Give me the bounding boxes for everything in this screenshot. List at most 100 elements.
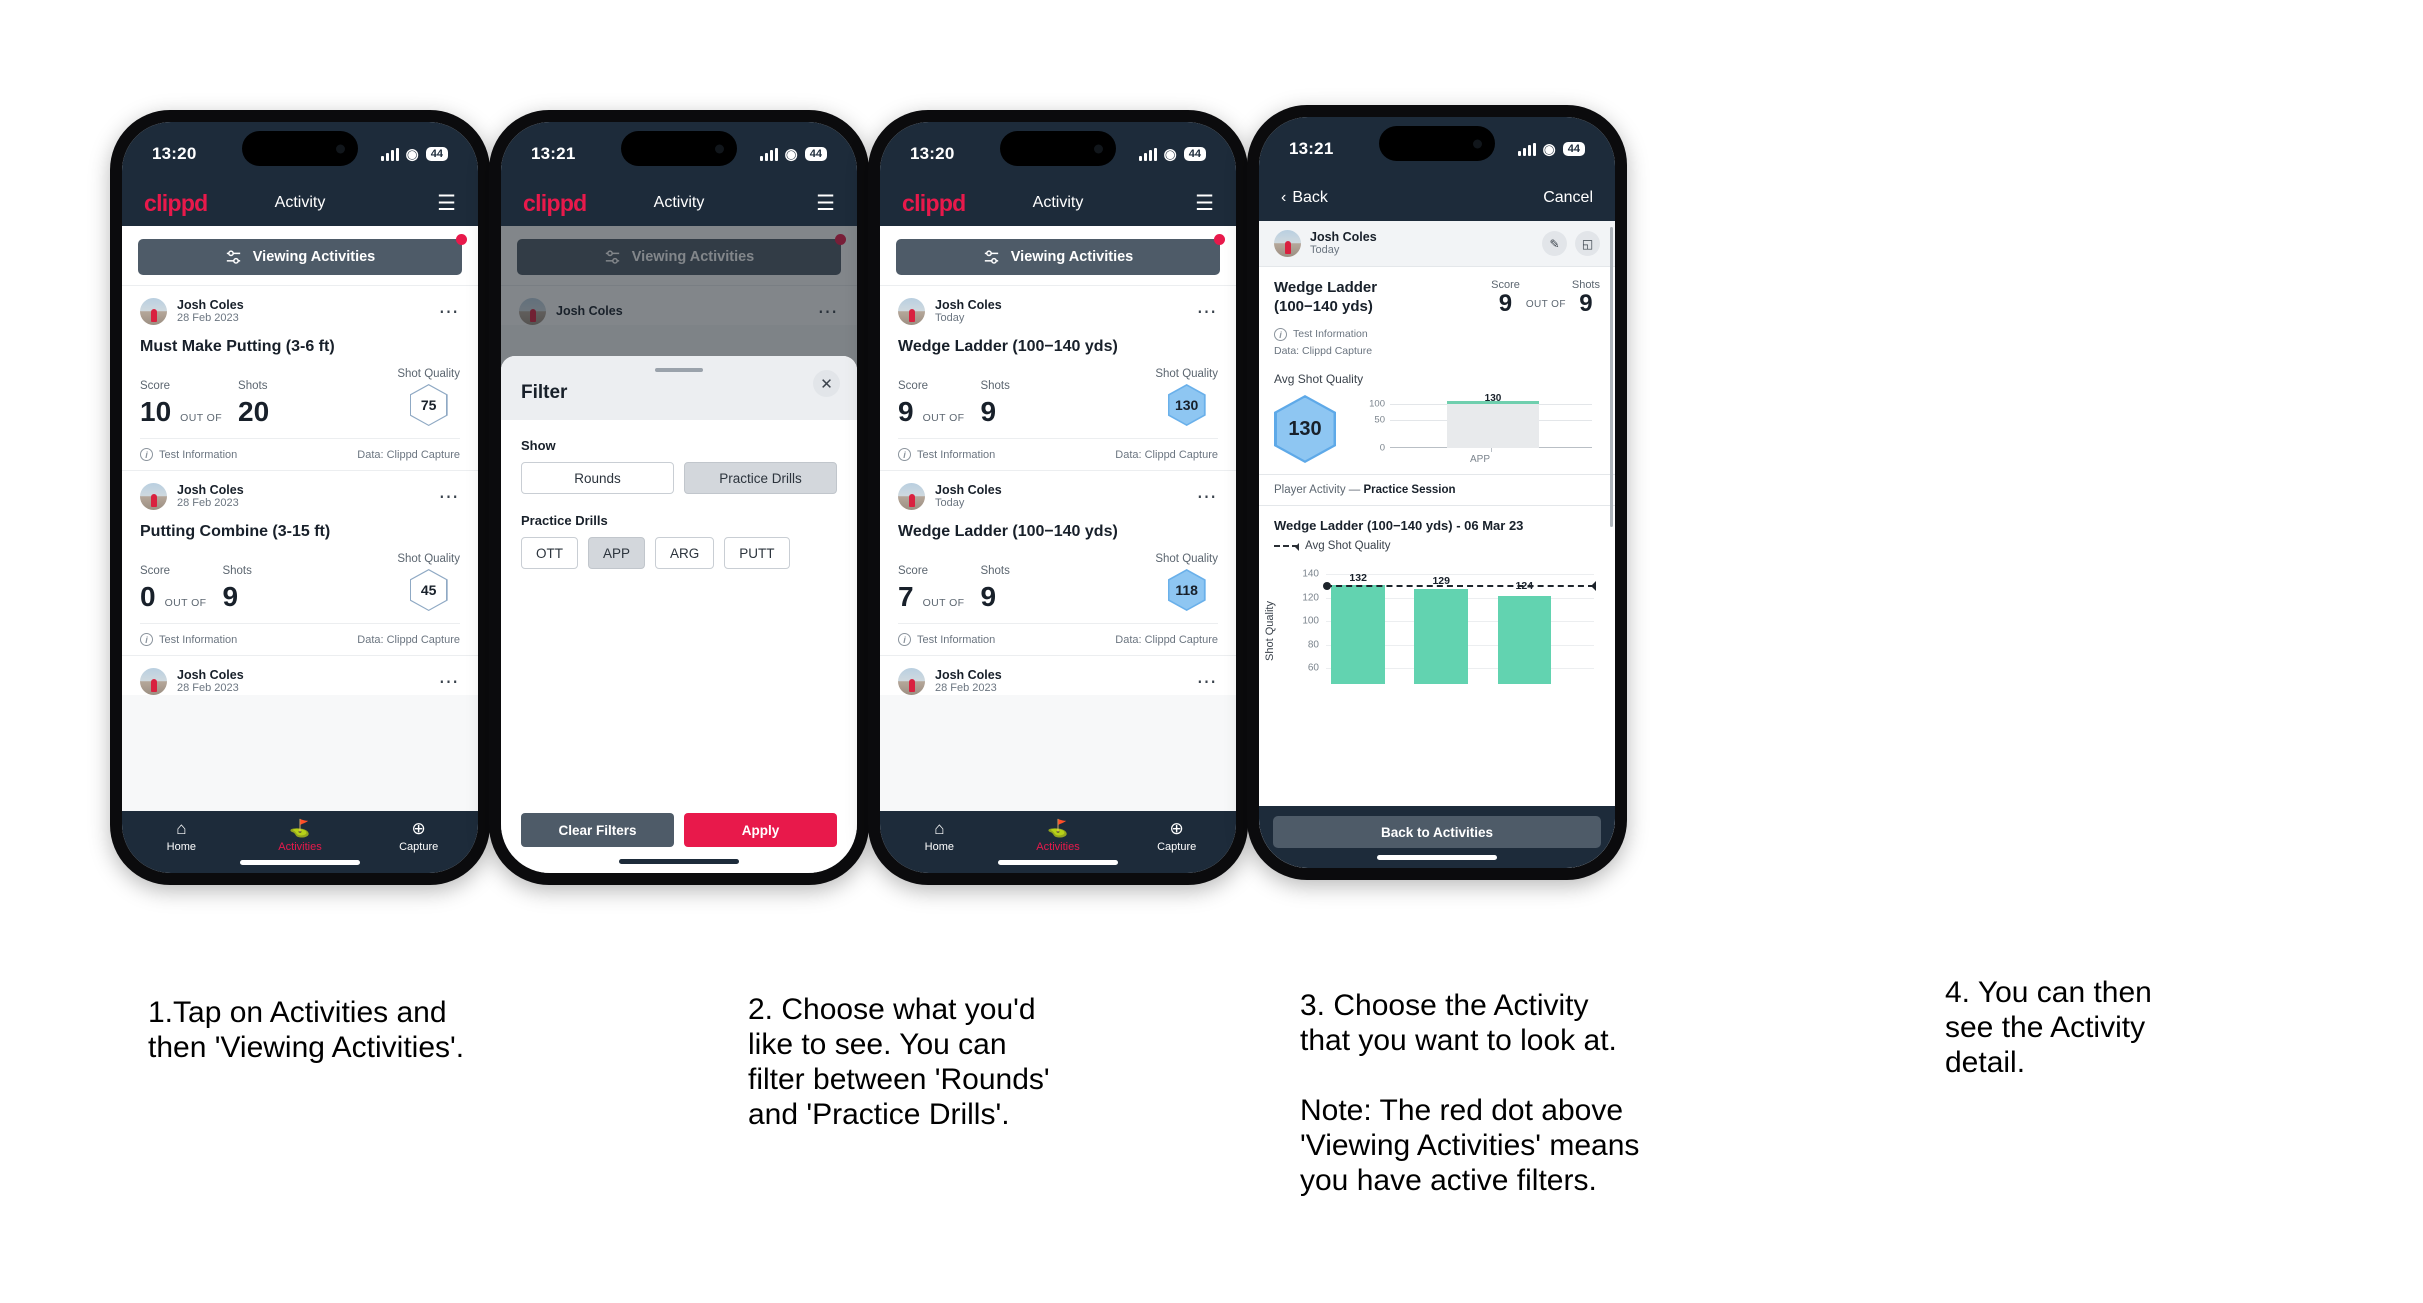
shots-value: 9 xyxy=(222,581,239,613)
filter-chip-ott[interactable]: OTT xyxy=(521,537,578,569)
activity-card[interactable]: Josh Coles 28 Feb 2023 ⋯ xyxy=(122,655,478,696)
chevron-left-icon: ‹ xyxy=(1281,189,1287,206)
drag-handle[interactable] xyxy=(655,368,703,372)
chart-legend: Avg Shot Quality xyxy=(1274,540,1600,552)
apply-button[interactable]: Apply xyxy=(684,813,837,847)
tab-activities[interactable]: ⛳ Activities xyxy=(241,820,360,853)
filter-chip-putt[interactable]: PUTT xyxy=(724,537,790,569)
viewing-activities-label: Viewing Activities xyxy=(1010,249,1134,265)
detail-nav-bar: ‹ Back Cancel xyxy=(1259,175,1615,221)
plus-circle-icon: ⊕ xyxy=(411,819,426,838)
dynamic-island xyxy=(242,131,358,166)
tab-activities-label: Activities xyxy=(1036,841,1080,853)
tab-home[interactable]: ⌂ Home xyxy=(880,820,999,853)
plus-circle-icon: ⊕ xyxy=(1169,819,1184,838)
hamburger-menu-icon[interactable]: ☰ xyxy=(437,193,456,214)
avatar xyxy=(140,298,167,325)
card-overflow-menu-icon[interactable]: ⋯ xyxy=(1197,302,1219,322)
card-overflow-menu-icon[interactable]: ⋯ xyxy=(439,672,461,692)
avatar xyxy=(140,668,167,696)
score-label: Score xyxy=(140,565,171,578)
mini-ytick-100: 100 xyxy=(1369,398,1385,410)
shot-quality-value: 130 xyxy=(1174,397,1199,414)
tab-capture-label: Capture xyxy=(399,841,439,853)
tutorial-stage: 13:20 ◉ 44 clippd Activity ☰ Viewing Act… xyxy=(0,0,2423,1303)
viewing-activities-button[interactable]: Viewing Activities xyxy=(896,234,1225,275)
tab-home[interactable]: ⌂ Home xyxy=(122,820,241,853)
phone-activities-list: 13:20 ◉ 44 clippd Activity ☰ Viewing Act… xyxy=(110,110,490,885)
activities-screen: Viewing Activities Josh Coles 28 Feb 202… xyxy=(122,226,478,811)
hamburger-menu-icon[interactable]: ☰ xyxy=(816,193,835,214)
viewing-activities-bar-wrap: Viewing Activities xyxy=(880,226,1236,285)
tab-capture[interactable]: ⊕ Capture xyxy=(1117,820,1236,853)
close-x-icon[interactable]: ✕ xyxy=(813,370,840,397)
detail-summary: Wedge Ladder (100−140 yds) Score 9 OUT O… xyxy=(1259,267,1615,474)
hamburger-menu-icon[interactable]: ☰ xyxy=(1195,193,1214,214)
activity-card[interactable]: Josh Coles Today ⋯ Wedge Ladder (100−140… xyxy=(880,285,1236,471)
app-header: clippd Activity ☰ xyxy=(880,180,1236,226)
show-label: Show xyxy=(521,438,556,453)
dynamic-island xyxy=(621,131,737,166)
bar-1 xyxy=(1331,585,1385,684)
cancel-button[interactable]: Cancel xyxy=(1543,189,1593,207)
detail-score-value: 9 xyxy=(1498,290,1513,318)
tab-activities[interactable]: ⛳ Activities xyxy=(999,820,1118,853)
card-overflow-menu-icon[interactable]: ⋯ xyxy=(439,487,461,507)
status-bar: 13:21 ◉ 44 xyxy=(501,122,857,180)
card-date: Today xyxy=(935,312,965,325)
shots-value: 9 xyxy=(980,396,997,428)
card-date: 28 Feb 2023 xyxy=(177,497,239,510)
avg-shot-quality-value: 130 xyxy=(1288,417,1322,440)
info-icon: i xyxy=(140,448,153,462)
card-overflow-menu-icon[interactable]: ⋯ xyxy=(1197,672,1219,692)
section-bold: Practice Session xyxy=(1363,484,1456,496)
card-user-name: Josh Coles xyxy=(935,298,1002,312)
battery-indicator: 44 xyxy=(804,147,827,161)
clippd-logo: clippd xyxy=(523,189,587,216)
expand-fullscreen-icon[interactable]: ◱ xyxy=(1575,231,1600,256)
filter-chip-app[interactable]: APP xyxy=(588,537,646,569)
filter-chip-arg[interactable]: ARG xyxy=(655,537,715,569)
clear-filters-button[interactable]: Clear Filters xyxy=(521,813,674,847)
shots-label: Shots xyxy=(222,565,252,578)
page-title: Activity xyxy=(653,194,705,211)
signal-bars-icon xyxy=(380,147,399,161)
viewing-activities-bar-wrap: Viewing Activities xyxy=(122,226,478,285)
caption-step-3: 3. Choose the Activity that you want to … xyxy=(1300,989,1640,1198)
activity-card[interactable]: Josh Coles 28 Feb 2023 ⋯ Must Make Putti… xyxy=(122,285,478,471)
section-prefix: Player Activity — xyxy=(1274,484,1361,496)
viewing-activities-button[interactable]: Viewing Activities xyxy=(138,234,467,275)
detail-data-source: Data: Clippd Capture xyxy=(1274,345,1373,358)
mini-app-chart: 100 50 0 130 APP xyxy=(1360,392,1600,466)
status-bar: 13:20 ◉ 44 xyxy=(122,122,478,180)
activity-card[interactable]: Josh Coles 28 Feb 2023 ⋯ xyxy=(880,655,1236,696)
score-label: Score xyxy=(898,380,929,393)
filter-chip-practice-drills[interactable]: Practice Drills xyxy=(684,462,837,494)
card-title: Wedge Ladder (100−140 yds) xyxy=(898,338,1118,356)
scrollbar[interactable] xyxy=(1610,227,1613,527)
clippd-logo: clippd xyxy=(902,189,966,216)
out-of-label: OUT OF xyxy=(922,597,965,610)
activity-card[interactable]: Josh Coles 28 Feb 2023 ⋯ Putting Combine… xyxy=(122,470,478,656)
activity-card[interactable]: Josh Coles Today ⋯ Wedge Ladder (100−140… xyxy=(880,470,1236,656)
back-button[interactable]: ‹ Back xyxy=(1281,189,1328,207)
card-date: 28 Feb 2023 xyxy=(177,312,239,325)
info-icon: i xyxy=(898,448,911,462)
data-source-label: Data: Clippd Capture xyxy=(1115,633,1218,646)
avatar xyxy=(140,483,167,511)
card-user-name: Josh Coles xyxy=(177,668,244,683)
viewing-activities-label: Viewing Activities xyxy=(252,249,376,265)
back-to-activities-button[interactable]: Back to Activities xyxy=(1273,816,1601,848)
app-header: clippd Activity ☰ xyxy=(501,180,857,226)
avg-shot-quality-label: Avg Shot Quality xyxy=(1274,372,1364,386)
info-icon: i xyxy=(898,633,911,647)
chart-y-axis-label: Shot Quality xyxy=(1264,601,1276,661)
card-overflow-menu-icon[interactable]: ⋯ xyxy=(439,302,461,322)
filter-modal-title: Filter xyxy=(521,382,568,403)
tab-capture[interactable]: ⊕ Capture xyxy=(359,820,478,853)
filter-chip-rounds[interactable]: Rounds xyxy=(521,462,674,494)
score-value: 7 xyxy=(898,581,914,613)
page-title: Activity xyxy=(274,194,326,211)
card-overflow-menu-icon[interactable]: ⋯ xyxy=(1197,487,1219,507)
pencil-icon[interactable]: ✎ xyxy=(1542,231,1567,256)
